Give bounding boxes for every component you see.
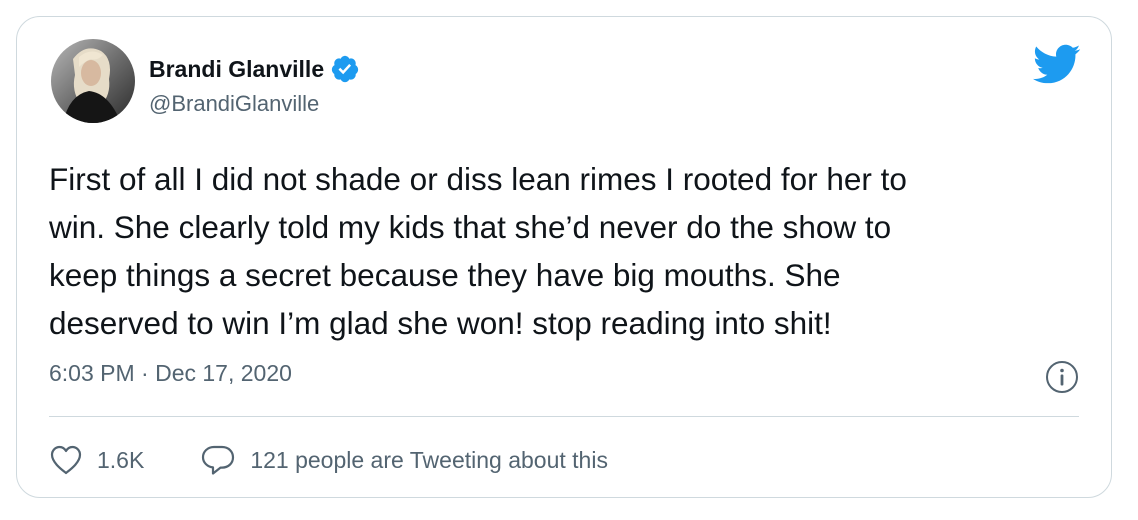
timestamp[interactable]: 6:03 PM · Dec 17, 2020 <box>49 360 292 387</box>
tweet-card[interactable]: Brandi Glanville @BrandiGlanville First … <box>16 16 1112 498</box>
heart-icon <box>49 444 83 476</box>
handle[interactable]: @BrandiGlanville <box>149 91 319 117</box>
divider <box>49 416 1079 417</box>
twitter-bird-icon[interactable] <box>1031 43 1081 85</box>
conversation-label: 121 people are Tweeting about this <box>250 446 608 473</box>
tweet-text: First of all I did not shade or diss lea… <box>49 161 907 341</box>
info-icon[interactable] <box>1045 360 1079 394</box>
conversation-button[interactable]: 121 people are Tweeting about this <box>200 443 608 477</box>
like-count: 1.6K <box>97 446 145 473</box>
avatar[interactable] <box>51 39 135 123</box>
like-button[interactable]: 1.6K <box>49 444 144 476</box>
speech-bubble-icon <box>200 443 236 477</box>
verified-badge-icon <box>330 54 360 84</box>
display-name[interactable]: Brandi Glanville <box>149 56 324 83</box>
action-bar: 1.6K 121 people are Tweeting about this <box>49 440 608 480</box>
